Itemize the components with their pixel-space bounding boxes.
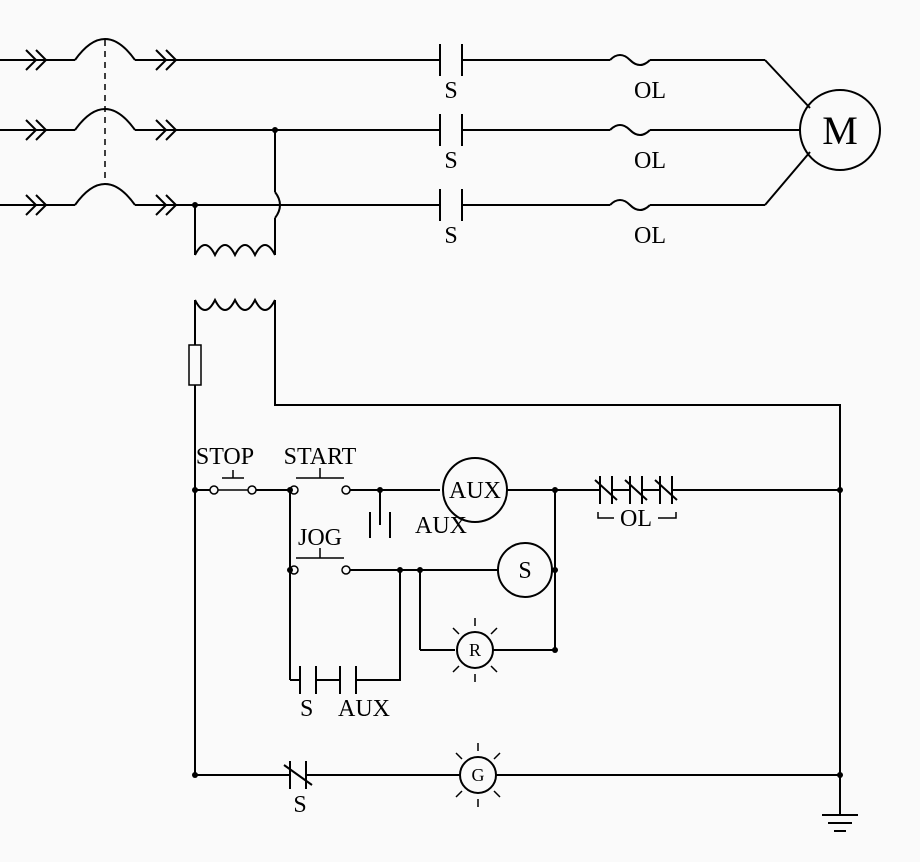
s-nc-label: S (293, 792, 306, 818)
aux-coil-label: AUX (449, 478, 501, 504)
s-coil-label: S (518, 558, 531, 584)
contact-s-label-2: S (444, 148, 457, 174)
motor-label: M (822, 108, 858, 153)
jog-label: JOG (298, 525, 342, 551)
stop-label: STOP (196, 444, 254, 470)
aux-seal-label: AUX (338, 696, 390, 722)
start-label: START (284, 444, 357, 470)
g-lamp-label: G (472, 765, 485, 785)
contact-s-label-1: S (444, 78, 457, 104)
s-seal-label: S (300, 696, 313, 722)
aux-contact-across-start: AUX (415, 513, 467, 539)
r-lamp-label: R (469, 640, 481, 660)
ladder-diagram: S S S OL OL OL M STOP START AUX (0, 0, 920, 862)
contact-s-label-3: S (444, 223, 457, 249)
ol-label-3: OL (634, 223, 666, 249)
ol-nc-contacts (595, 476, 677, 504)
ol-label-1: OL (634, 78, 666, 104)
ol-nc-label: OL (620, 506, 652, 532)
ol-label-2: OL (634, 148, 666, 174)
